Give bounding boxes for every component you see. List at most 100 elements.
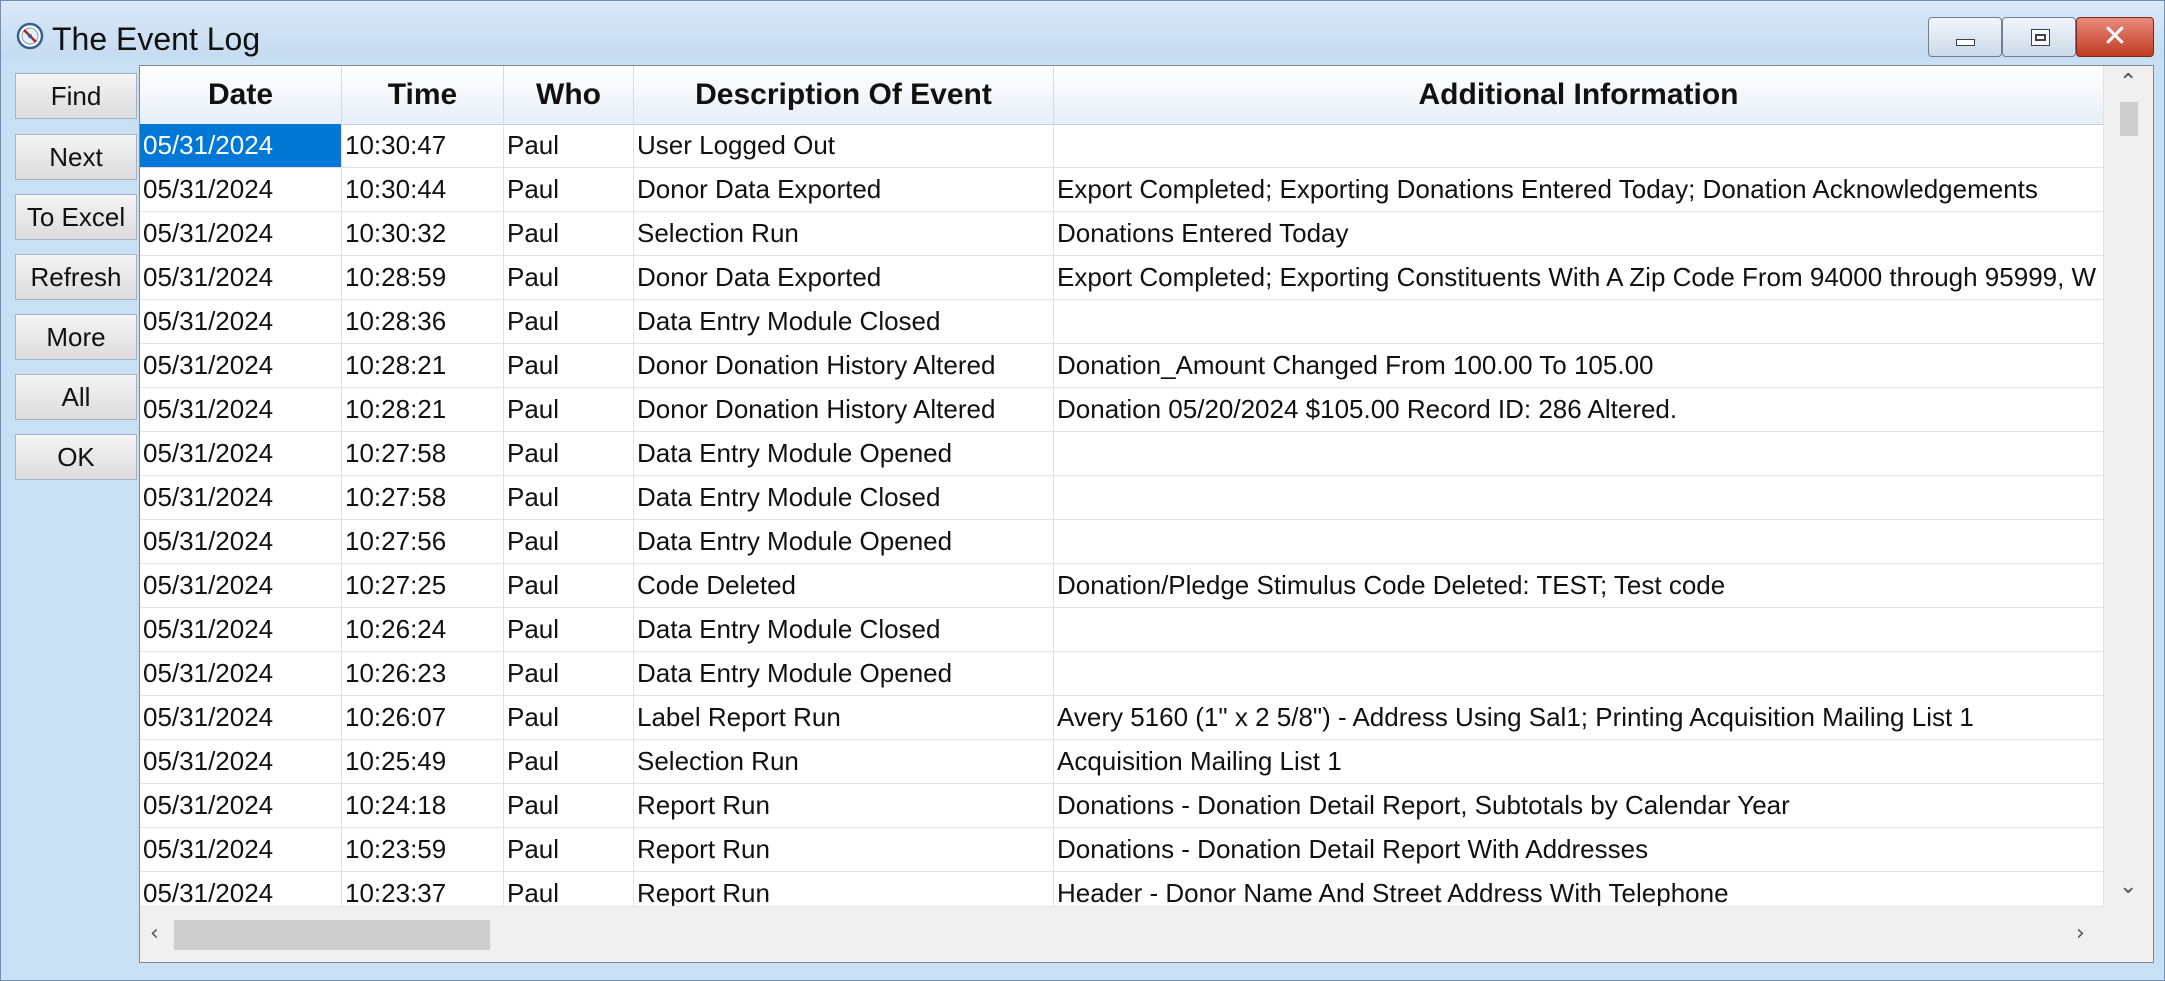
cell-additional-info[interactable]: Donation/Pledge Stimulus Code Deleted: T…	[1054, 564, 2103, 607]
more-button[interactable]: More	[15, 314, 137, 360]
cell-description[interactable]: Label Report Run	[634, 696, 1054, 739]
cell-description[interactable]: Data Entry Module Opened	[634, 520, 1054, 563]
cell-additional-info[interactable]	[1054, 476, 2103, 519]
cell-date[interactable]: 05/31/2024	[140, 564, 342, 607]
table-row[interactable]: 05/31/2024 10:28:59 Paul Donor Data Exporte…	[140, 256, 2103, 300]
cell-who[interactable]: Paul	[504, 432, 634, 475]
cell-additional-info[interactable]	[1054, 124, 2103, 167]
minimize-button[interactable]	[1928, 17, 2002, 57]
cell-description[interactable]: Data Entry Module Closed	[634, 608, 1054, 651]
scroll-up-icon[interactable]: ⌃	[2119, 70, 2137, 95]
cell-who[interactable]: Paul	[504, 344, 634, 387]
cell-who[interactable]: Paul	[504, 872, 634, 906]
table-row[interactable]: 05/31/2024 10:30:44 Paul Donor Data Exporte…	[140, 168, 2103, 212]
all-button[interactable]: All	[15, 374, 137, 420]
close-button[interactable]: ✕	[2076, 17, 2154, 57]
table-row[interactable]: 05/31/2024 10:28:21 Paul Donor Donation His…	[140, 388, 2103, 432]
cell-date[interactable]: 05/31/2024	[140, 124, 342, 167]
cell-time[interactable]: 10:26:23	[342, 652, 504, 695]
cell-description[interactable]: Selection Run	[634, 212, 1054, 255]
cell-who[interactable]: Paul	[504, 168, 634, 211]
cell-date[interactable]: 05/31/2024	[140, 168, 342, 211]
cell-time[interactable]: 10:27:25	[342, 564, 504, 607]
cell-date[interactable]: 05/31/2024	[140, 828, 342, 871]
cell-date[interactable]: 05/31/2024	[140, 696, 342, 739]
cell-date[interactable]: 05/31/2024	[140, 520, 342, 563]
vertical-scroll-thumb[interactable]	[2120, 102, 2138, 136]
table-row[interactable]: 05/31/2024 10:26:23 Paul Data Entry Module …	[140, 652, 2103, 696]
cell-time[interactable]: 10:26:24	[342, 608, 504, 651]
cell-time[interactable]: 10:30:32	[342, 212, 504, 255]
event-log-grid[interactable]: Date Time Who Description Of Event Addit…	[139, 65, 2154, 963]
ok-button[interactable]: OK	[15, 434, 137, 480]
cell-who[interactable]: Paul	[504, 784, 634, 827]
vertical-scrollbar[interactable]: ⌃ ⌄	[2103, 66, 2153, 906]
cell-who[interactable]: Paul	[504, 476, 634, 519]
cell-date[interactable]: 05/31/2024	[140, 740, 342, 783]
cell-time[interactable]: 10:27:58	[342, 432, 504, 475]
cell-description[interactable]: Report Run	[634, 784, 1054, 827]
cell-time[interactable]: 10:30:44	[342, 168, 504, 211]
maximize-button[interactable]	[2002, 17, 2076, 57]
table-row[interactable]: 05/31/2024 10:30:47 Paul User Logged Out	[140, 124, 2103, 168]
column-header-date[interactable]: Date	[140, 66, 342, 124]
cell-description[interactable]: Report Run	[634, 872, 1054, 906]
cell-date[interactable]: 05/31/2024	[140, 212, 342, 255]
cell-who[interactable]: Paul	[504, 564, 634, 607]
cell-date[interactable]: 05/31/2024	[140, 432, 342, 475]
cell-who[interactable]: Paul	[504, 256, 634, 299]
cell-date[interactable]: 05/31/2024	[140, 344, 342, 387]
cell-time[interactable]: 10:28:59	[342, 256, 504, 299]
cell-who[interactable]: Paul	[504, 124, 634, 167]
cell-time[interactable]: 10:23:59	[342, 828, 504, 871]
cell-description[interactable]: Report Run	[634, 828, 1054, 871]
cell-additional-info[interactable]: Donations Entered Today	[1054, 212, 2103, 255]
cell-date[interactable]: 05/31/2024	[140, 784, 342, 827]
title-bar[interactable]: The Event Log ✕	[1, 1, 2164, 59]
cell-date[interactable]: 05/31/2024	[140, 256, 342, 299]
horizontal-scroll-thumb[interactable]	[174, 920, 490, 950]
cell-additional-info[interactable]: Donations - Donation Detail Report With …	[1054, 828, 2103, 871]
table-row[interactable]: 05/31/2024 10:26:07 Paul Label Report Run Av…	[140, 696, 2103, 740]
cell-who[interactable]: Paul	[504, 608, 634, 651]
cell-time[interactable]: 10:28:21	[342, 388, 504, 431]
cell-description[interactable]: Donor Donation History Altered	[634, 344, 1054, 387]
table-row[interactable]: 05/31/2024 10:26:24 Paul Data Entry Module …	[140, 608, 2103, 652]
scroll-left-icon[interactable]: ‹	[150, 921, 159, 946]
cell-description[interactable]: Donor Donation History Altered	[634, 388, 1054, 431]
table-row[interactable]: 05/31/2024 10:27:25 Paul Code Deleted Donati…	[140, 564, 2103, 608]
cell-additional-info[interactable]: Export Completed; Exporting Constituents…	[1054, 256, 2103, 299]
cell-additional-info[interactable]: Acquisition Mailing List 1	[1054, 740, 2103, 783]
table-row[interactable]: 05/31/2024 10:30:32 Paul Selection Run Donat…	[140, 212, 2103, 256]
cell-additional-info[interactable]: Header - Donor Name And Street Address W…	[1054, 872, 2103, 906]
column-header-description[interactable]: Description Of Event	[634, 66, 1054, 124]
cell-who[interactable]: Paul	[504, 652, 634, 695]
scroll-down-icon[interactable]: ⌄	[2119, 874, 2137, 899]
cell-additional-info[interactable]	[1054, 300, 2103, 343]
cell-description[interactable]: Data Entry Module Opened	[634, 652, 1054, 695]
find-button[interactable]: Find	[15, 73, 137, 119]
cell-additional-info[interactable]: Export Completed; Exporting Donations En…	[1054, 168, 2103, 211]
table-row[interactable]: 05/31/2024 10:27:58 Paul Data Entry Module …	[140, 432, 2103, 476]
cell-time[interactable]: 10:28:36	[342, 300, 504, 343]
column-header-time[interactable]: Time	[342, 66, 504, 124]
cell-time[interactable]: 10:27:58	[342, 476, 504, 519]
cell-time[interactable]: 10:26:07	[342, 696, 504, 739]
table-row[interactable]: 05/31/2024 10:27:58 Paul Data Entry Module …	[140, 476, 2103, 520]
cell-additional-info[interactable]	[1054, 608, 2103, 651]
table-row[interactable]: 05/31/2024 10:28:21 Paul Donor Donation His…	[140, 344, 2103, 388]
table-row[interactable]: 05/31/2024 10:24:18 Paul Report Run Donation…	[140, 784, 2103, 828]
cell-additional-info[interactable]	[1054, 652, 2103, 695]
cell-who[interactable]: Paul	[504, 388, 634, 431]
cell-time[interactable]: 10:23:37	[342, 872, 504, 906]
table-row[interactable]: 05/31/2024 10:28:36 Paul Data Entry Module …	[140, 300, 2103, 344]
cell-additional-info[interactable]: Avery 5160 (1" x 2 5/8") - Address Using…	[1054, 696, 2103, 739]
column-header-who[interactable]: Who	[504, 66, 634, 124]
cell-date[interactable]: 05/31/2024	[140, 388, 342, 431]
cell-time[interactable]: 10:30:47	[342, 124, 504, 167]
cell-description[interactable]: Donor Data Exported	[634, 256, 1054, 299]
cell-additional-info[interactable]: Donation 05/20/2024 $105.00 Record ID: 2…	[1054, 388, 2103, 431]
cell-time[interactable]: 10:28:21	[342, 344, 504, 387]
cell-who[interactable]: Paul	[504, 300, 634, 343]
cell-time[interactable]: 10:27:56	[342, 520, 504, 563]
